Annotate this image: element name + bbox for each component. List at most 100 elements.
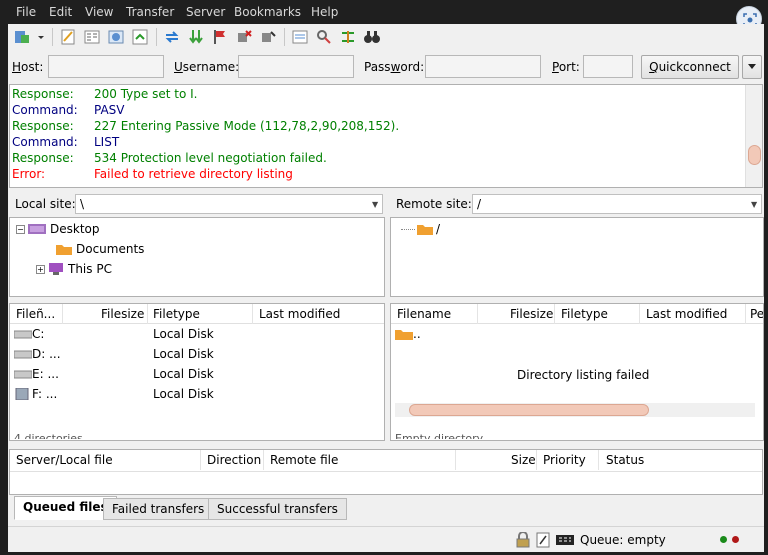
parent-folder-icon xyxy=(395,330,413,340)
column-last-modified[interactable]: Last modified xyxy=(646,307,727,321)
column-filename[interactable]: Filename xyxy=(397,307,451,321)
local-file-list[interactable]: Fileñ... Filesize Filetype Last modified… xyxy=(9,303,385,441)
table-row[interactable]: C: Local Disk xyxy=(10,324,384,344)
menu-bar: File Edit View Transfer Server Bookmarks… xyxy=(0,0,768,24)
status-bar: Queue: empty xyxy=(8,526,764,552)
tree-item-documents[interactable]: Documents xyxy=(56,240,144,258)
tree-item-root[interactable]: / xyxy=(401,220,440,238)
chevron-down-icon[interactable]: ▼ xyxy=(372,200,378,209)
toggle-queue-icon[interactable] xyxy=(130,27,150,47)
remote-site-label: Remote site: xyxy=(396,197,472,211)
folder-icon xyxy=(56,245,72,255)
folder-icon xyxy=(417,225,433,235)
remote-site-path[interactable]: / xyxy=(472,194,762,214)
menu-help[interactable]: Help xyxy=(311,5,338,19)
column-filename[interactable]: Fileñ... xyxy=(16,307,55,321)
search-binoculars-icon[interactable] xyxy=(362,27,382,47)
remote-horizontal-scrollbar[interactable] xyxy=(395,403,755,417)
column-priority[interactable]: Priority xyxy=(543,453,586,467)
column-direction[interactable]: Direction xyxy=(207,453,261,467)
password-input[interactable] xyxy=(425,55,541,78)
quickconnect-history-button[interactable] xyxy=(742,55,762,79)
table-row[interactable]: E: ... Local Disk xyxy=(10,364,384,384)
remote-status: Empty directory. xyxy=(395,432,486,439)
computer-icon xyxy=(49,263,63,275)
message-log[interactable]: Response: 200 Type set to I. Command: PASV… xyxy=(9,84,763,188)
menu-file[interactable]: File xyxy=(16,5,36,19)
column-filesize[interactable]: Filesize xyxy=(101,307,144,321)
send-led-icon xyxy=(720,536,727,543)
chevron-down-icon xyxy=(748,64,756,69)
toolbar xyxy=(8,24,764,50)
scrollbar-thumb[interactable] xyxy=(409,404,649,416)
menu-edit[interactable]: Edit xyxy=(49,5,72,19)
table-row[interactable]: D: ... Local Disk xyxy=(10,344,384,364)
local-list-header: Fileñ... Filesize Filetype Last modified xyxy=(10,304,384,324)
column-filetype[interactable]: Filetype xyxy=(561,307,608,321)
menu-transfer[interactable]: Transfer xyxy=(126,5,174,19)
column-remote-file[interactable]: Remote file xyxy=(270,453,338,467)
username-label: Username: xyxy=(174,60,240,74)
refresh-icon[interactable] xyxy=(162,27,182,47)
binary-mode-icon xyxy=(556,535,574,545)
password-label: Password: xyxy=(364,60,425,74)
local-site-bar: Local site: \ ▼ xyxy=(9,192,385,216)
column-filesize[interactable]: Filesize xyxy=(510,307,553,321)
table-row[interactable]: .. xyxy=(391,324,763,344)
tab-queued-files[interactable]: Queued files xyxy=(14,496,117,520)
column-server-local-file[interactable]: Server/Local file xyxy=(16,453,113,467)
column-status[interactable]: Status xyxy=(606,453,644,467)
table-row[interactable]: F: ... Local Disk xyxy=(10,384,384,404)
scrollbar-thumb[interactable] xyxy=(748,145,761,165)
listing-error-message: Directory listing failed xyxy=(517,368,650,382)
main-window: Host: Username: Password: Port: Quickcon… xyxy=(8,24,764,552)
tab-failed-transfers[interactable]: Failed transfers xyxy=(103,498,214,520)
desktop-folder-icon xyxy=(28,224,46,234)
tree-item-this-pc[interactable]: + This PC xyxy=(36,260,112,278)
column-last-modified[interactable]: Last modified xyxy=(259,307,340,321)
sync-browse-icon[interactable] xyxy=(338,27,358,47)
menu-view[interactable]: View xyxy=(85,5,113,19)
log-scrollbar[interactable] xyxy=(745,85,762,187)
toggle-filter-icon[interactable] xyxy=(314,27,334,47)
toggle-tree-icon[interactable] xyxy=(82,27,102,47)
username-input[interactable] xyxy=(238,55,354,78)
column-permissions[interactable]: Pe xyxy=(750,307,763,321)
remote-site-bar: Remote site: / ▼ xyxy=(390,192,764,216)
menu-bookmarks[interactable]: Bookmarks xyxy=(234,5,301,19)
port-label: Port: xyxy=(552,60,580,74)
local-site-path[interactable]: \ xyxy=(75,194,383,214)
quickconnect-bar: Host: Username: Password: Port: Quickcon… xyxy=(8,52,764,80)
disconnect-icon[interactable] xyxy=(234,27,254,47)
receive-led-icon xyxy=(732,536,739,543)
port-input[interactable] xyxy=(583,55,633,78)
expand-icon[interactable]: + xyxy=(36,264,45,274)
column-filetype[interactable]: Filetype xyxy=(153,307,200,321)
host-label: Host: xyxy=(12,60,44,74)
host-input[interactable] xyxy=(48,55,164,78)
toggle-remote-tree-icon[interactable] xyxy=(106,27,126,47)
drive-icon xyxy=(14,330,32,339)
menu-server[interactable]: Server xyxy=(186,5,225,19)
reconnect-icon[interactable] xyxy=(258,27,278,47)
queue-status: Queue: empty xyxy=(580,533,666,547)
process-queue-icon[interactable] xyxy=(186,27,206,47)
transfer-queue[interactable]: Server/Local file Direction Remote file … xyxy=(9,449,763,495)
site-manager-icon[interactable] xyxy=(12,27,32,47)
queue-tabs: Queued files Failed transfers Successful… xyxy=(8,496,764,522)
toggle-log-icon[interactable] xyxy=(58,27,78,47)
column-size[interactable]: Size xyxy=(511,453,536,467)
tab-successful-transfers[interactable]: Successful transfers xyxy=(208,498,347,520)
remote-file-list[interactable]: Filename Filesize Filetype Last modified… xyxy=(390,303,764,441)
local-tree[interactable]: − Desktop Documents + This PC xyxy=(9,217,385,297)
site-manager-dropdown-icon[interactable] xyxy=(36,27,46,47)
local-site-label: Local site: xyxy=(15,197,76,211)
open-manager-icon[interactable] xyxy=(290,27,310,47)
cancel-operation-icon[interactable] xyxy=(210,27,230,47)
drive-icon xyxy=(14,370,32,379)
chevron-down-icon[interactable]: ▼ xyxy=(751,200,757,209)
collapse-icon[interactable]: − xyxy=(16,224,25,234)
quickconnect-button[interactable]: Quickconnect xyxy=(641,55,739,79)
remote-tree[interactable]: / xyxy=(390,217,764,297)
tree-item-desktop[interactable]: − Desktop xyxy=(16,220,100,238)
